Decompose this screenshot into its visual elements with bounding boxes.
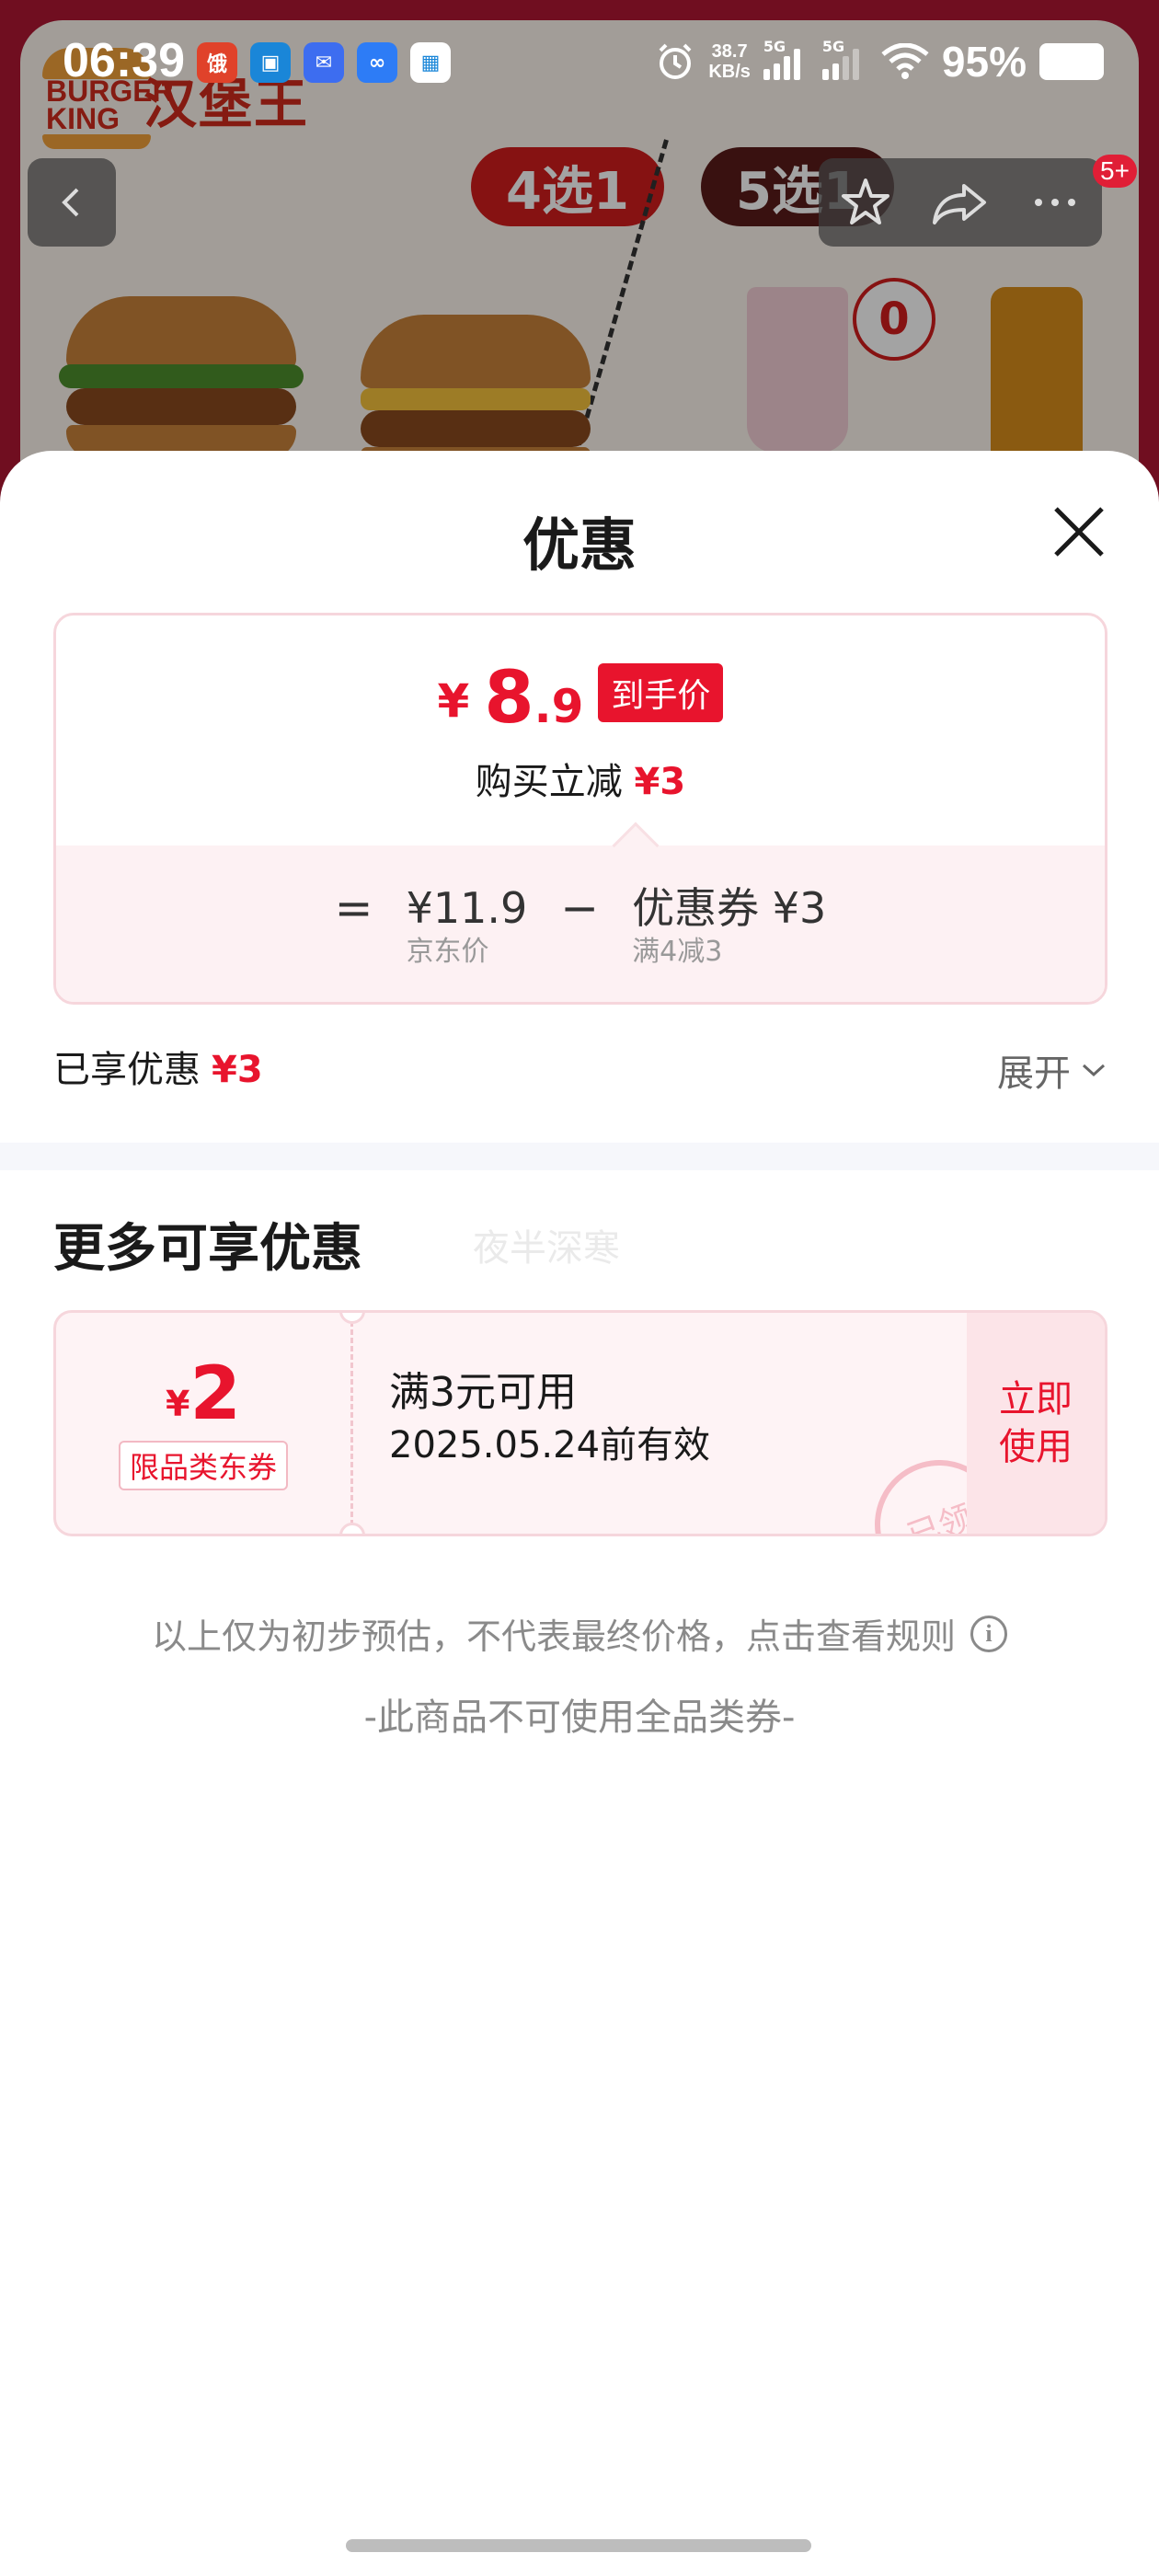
expand-label: 展开 bbox=[997, 1052, 1071, 1095]
price-currency: ¥ bbox=[437, 674, 470, 728]
battery-icon bbox=[1039, 43, 1104, 80]
coupon-notch-bottom bbox=[339, 1523, 365, 1534]
enjoyed-label: 已享优惠 bbox=[53, 1049, 201, 1091]
jd-price-term: ¥11.9 京东价 bbox=[407, 882, 528, 971]
watermark-text: 夜半深寒 bbox=[473, 1227, 620, 1270]
app-notification-icon: ▦ bbox=[410, 42, 451, 83]
coupon-details: 满3元可用 2025.05.24前有效 bbox=[389, 1366, 710, 1471]
alarm-icon bbox=[659, 43, 692, 79]
price-formula-section: = ¥11.9 京东价 − 优惠券 ¥3 满4减3 bbox=[56, 845, 1105, 1002]
chevron-left-icon bbox=[62, 188, 79, 217]
message-count-badge: 5+ bbox=[1093, 155, 1137, 188]
top-actions bbox=[819, 158, 1102, 247]
price-integer: 8 bbox=[484, 657, 534, 740]
chevron-down-icon bbox=[1082, 1064, 1106, 1077]
enjoyed-discount-row: 已享优惠 ¥3 展开 bbox=[53, 1040, 1107, 1095]
close-icon[interactable] bbox=[1049, 501, 1109, 562]
final-price: ¥ 8 .9 到手价 bbox=[56, 661, 1105, 735]
coupon-term-label: 满4减3 bbox=[632, 936, 723, 968]
mail-icon: ✉ bbox=[304, 42, 344, 83]
enjoyed-value: ¥3 bbox=[212, 1049, 263, 1091]
app-notification-icon: 饿 bbox=[197, 42, 237, 83]
status-time: 06:39 bbox=[63, 34, 185, 87]
notification-icons: 饿 ▣ ✉ ∞ ▦ bbox=[197, 42, 451, 83]
battery-percent: 95% bbox=[941, 38, 1027, 86]
home-indicator[interactable] bbox=[346, 2539, 811, 2552]
category-coupon-note: -此商品不可使用全品类券- bbox=[363, 1696, 796, 1739]
more-icon[interactable] bbox=[1027, 175, 1083, 230]
status-bar: 06:39 饿 ▣ ✉ ∞ ▦ 38.7 KB/s 5G 5G 95% bbox=[0, 0, 1159, 125]
more-discounts-title: 更多可享优惠 bbox=[53, 1219, 362, 1279]
status-indicators: 38.7 KB/s 5G 5G 95% bbox=[655, 37, 1104, 86]
coupon-currency: ¥ bbox=[165, 1384, 190, 1424]
coupon-type-badge: 限品类东券 bbox=[118, 1441, 288, 1490]
coupon-card: ¥ 2 限品类东券 满3元可用 2025.05.24前有效 已领 立即 使用 bbox=[53, 1310, 1107, 1536]
info-icon: i bbox=[970, 1615, 1007, 1652]
purchase-reduction: 购买立减 ¥3 bbox=[56, 752, 1105, 805]
use-now-line2: 使用 bbox=[999, 1426, 1073, 1468]
network-speed: 38.7 KB/s bbox=[708, 41, 751, 82]
coupon-term-value: 优惠券 ¥3 bbox=[632, 883, 827, 933]
rules-note-text: 以上仅为初步预估，不代表最终价格，点击查看规则 bbox=[151, 1616, 956, 1657]
sheet-title: 优惠 bbox=[522, 512, 637, 579]
price-decimal: .9 bbox=[534, 680, 584, 733]
coupon-expiry: 2025.05.24前有效 bbox=[389, 1424, 711, 1466]
app-notification-icon: ▣ bbox=[250, 42, 291, 83]
signal-icon: 5G bbox=[821, 38, 868, 80]
jd-price-value: ¥11.9 bbox=[406, 883, 528, 933]
coupon-perforation bbox=[350, 1313, 353, 1534]
equals-sign: = bbox=[334, 881, 373, 935]
jd-price-label: 京东价 bbox=[406, 936, 489, 968]
coupon-term: 优惠券 ¥3 满4减3 bbox=[632, 882, 826, 971]
coupon-amount-value: 2 bbox=[189, 1351, 242, 1436]
final-price-section: ¥ 8 .9 到手价 购买立减 ¥3 bbox=[56, 615, 1105, 845]
coupon-amount: ¥ 2 bbox=[166, 1356, 241, 1432]
use-now-line1: 立即 bbox=[999, 1378, 1073, 1420]
signal-icon: 5G bbox=[763, 38, 809, 80]
back-button[interactable] bbox=[28, 158, 116, 247]
coupon-value-section: ¥ 2 限品类东券 bbox=[56, 1313, 350, 1534]
expand-button[interactable]: 展开 bbox=[997, 1043, 1107, 1097]
use-now-button[interactable]: 立即 使用 bbox=[967, 1313, 1105, 1534]
share-icon[interactable] bbox=[931, 175, 990, 230]
reduction-label: 购买立减 bbox=[475, 761, 623, 803]
final-price-tag: 到手价 bbox=[598, 663, 724, 722]
section-divider bbox=[0, 1143, 1159, 1170]
wifi-icon bbox=[881, 43, 929, 79]
price-breakdown-card: ¥ 8 .9 到手价 购买立减 ¥3 = ¥11.9 京东价 − 优惠券 ¥3 … bbox=[53, 613, 1107, 1005]
enjoyed-discount: 已享优惠 ¥3 bbox=[53, 1040, 263, 1093]
rules-note-link[interactable]: 以上仅为初步预估，不代表最终价格，点击查看规则 i bbox=[0, 1608, 1159, 1659]
minus-sign: − bbox=[560, 881, 600, 935]
reduction-value: ¥3 bbox=[634, 761, 686, 803]
star-icon[interactable] bbox=[838, 175, 893, 230]
price-formula: = ¥11.9 京东价 − 优惠券 ¥3 满4减3 bbox=[56, 882, 1105, 971]
coupon-condition: 满3元可用 bbox=[389, 1369, 577, 1416]
app-notification-icon: ∞ bbox=[357, 42, 397, 83]
